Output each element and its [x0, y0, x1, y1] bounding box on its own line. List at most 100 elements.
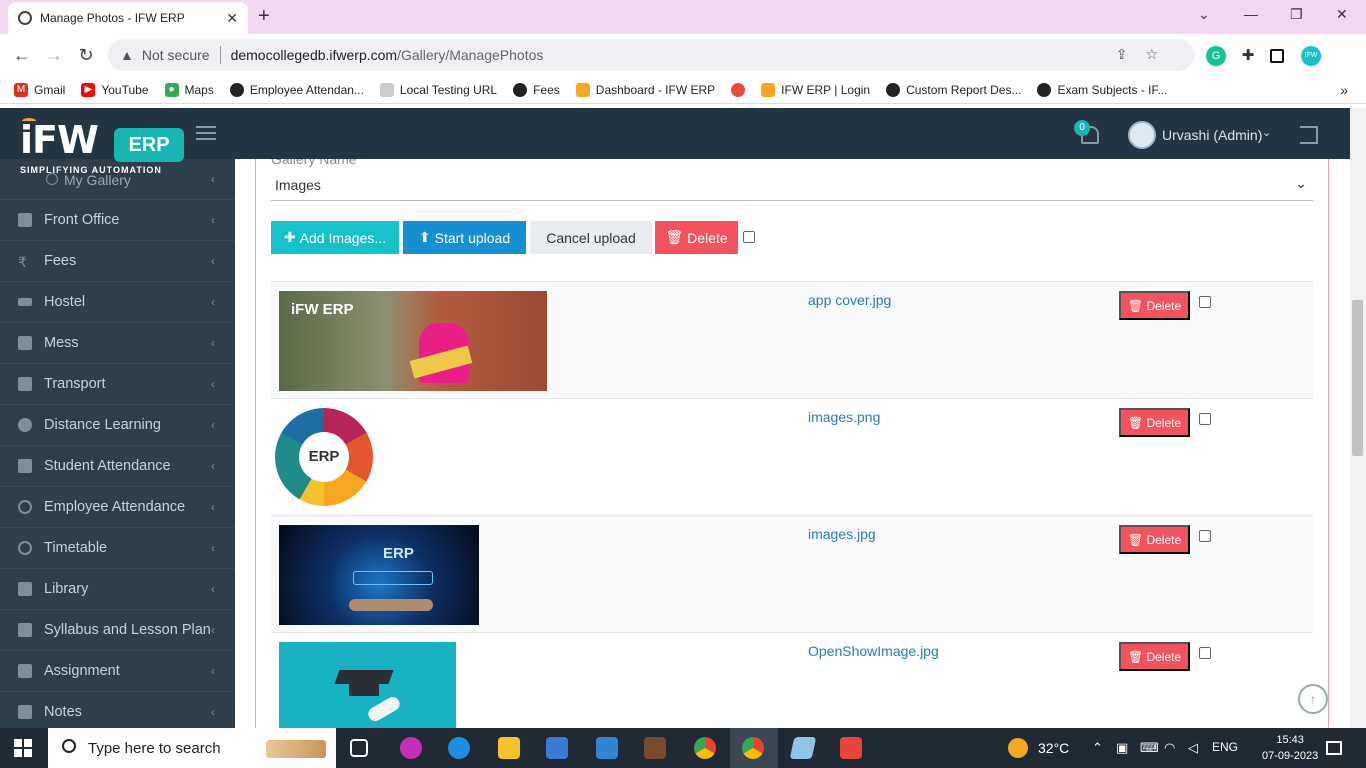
- bookmark-item[interactable]: IFW ERP | Login: [761, 82, 870, 97]
- bookmark-item[interactable]: Dashboard - IFW ERP: [575, 82, 715, 97]
- user-avatar[interactable]: [1128, 121, 1156, 149]
- thumbnail-images-jpg[interactable]: ERP: [279, 525, 479, 625]
- bookmark-item[interactable]: ▶ YouTube: [81, 82, 149, 97]
- delete-button[interactable]: 🗑 Delete: [1119, 525, 1190, 554]
- file-explorer-icon[interactable]: [498, 737, 520, 759]
- bookmark-item[interactable]: [731, 82, 746, 97]
- tab-search-chevron-icon[interactable]: ⌄: [1198, 6, 1210, 23]
- chrome-icon[interactable]: [694, 737, 716, 759]
- start-upload-button[interactable]: ⬆ Start upload: [403, 221, 526, 254]
- row-checkbox[interactable]: [1199, 530, 1211, 542]
- not-secure-label[interactable]: Not secure: [142, 47, 210, 63]
- task-view-icon[interactable]: [350, 739, 368, 757]
- notification-count-badge[interactable]: 0: [1074, 120, 1090, 136]
- sidebar-item-employee-attendance[interactable]: Employee Attendance ‹: [0, 487, 235, 528]
- bookmark-item[interactable]: Custom Report Des...: [886, 82, 1021, 97]
- microsoft-store-icon[interactable]: [546, 737, 568, 759]
- weather-temperature[interactable]: 32°C: [1038, 740, 1069, 756]
- sidebar-item-student-attendance[interactable]: Student Attendance ‹: [0, 446, 235, 487]
- back-arrow-icon[interactable]: ←: [6, 45, 38, 66]
- sidebar-item-library[interactable]: Library ‹: [0, 569, 235, 610]
- thumbnail-openshowimage[interactable]: [279, 642, 456, 728]
- address-bar-actions[interactable]: ⇪☆: [1116, 46, 1176, 63]
- sidebar-item-distance-learning[interactable]: Distance Learning ‹: [0, 405, 235, 446]
- sidebar-item-notes[interactable]: Notes ‹: [0, 692, 235, 728]
- reload-icon[interactable]: ↻: [70, 45, 102, 66]
- side-panel-icon[interactable]: [1270, 49, 1284, 63]
- row-checkbox[interactable]: [1199, 413, 1211, 425]
- browser-tab[interactable]: Manage Photos - IFW ERP ✕: [8, 2, 248, 34]
- maximize-icon[interactable]: ❐: [1290, 6, 1303, 23]
- notification-center-icon[interactable]: [1326, 741, 1342, 755]
- bookmark-item[interactable]: ● Maps: [164, 82, 214, 97]
- scroll-to-top-icon[interactable]: ↑: [1298, 684, 1328, 714]
- tab-close-icon[interactable]: ✕: [226, 10, 238, 27]
- sidebar-item-hostel[interactable]: Hostel ‹: [0, 282, 235, 323]
- anydesk-icon[interactable]: [840, 737, 862, 759]
- new-tab-icon[interactable]: +: [258, 5, 270, 28]
- cancel-upload-button[interactable]: Cancel upload: [530, 221, 652, 254]
- tray-network-icon[interactable]: ▣: [1116, 740, 1128, 756]
- wps-app-icon[interactable]: [400, 737, 422, 759]
- sidebar-item-fees[interactable]: ₹ Fees ‹: [0, 241, 235, 282]
- file-name-link[interactable]: OpenShowImage.jpg: [808, 643, 939, 659]
- delete-all-button[interactable]: 🗑 Delete: [655, 221, 738, 254]
- delete-button[interactable]: 🗑 Delete: [1119, 408, 1190, 437]
- url-path[interactable]: /Gallery/ManagePhotos: [397, 47, 543, 63]
- sidebar-item-syllabus[interactable]: Syllabus and Lesson Plan ‹: [0, 610, 235, 651]
- sidebar-item-mess[interactable]: Mess ‹: [0, 323, 235, 364]
- bookmark-item[interactable]: Fees: [513, 82, 560, 97]
- tray-wifi-icon[interactable]: ◠: [1164, 740, 1175, 756]
- grammarly-extension-icon[interactable]: G: [1206, 46, 1226, 66]
- app-logo[interactable]: iFW ERP SIMPLIFYING AUTOMATION: [20, 118, 184, 184]
- gallery-name-select[interactable]: Images ⌄: [271, 175, 1313, 201]
- notepad-icon[interactable]: [789, 737, 817, 759]
- extensions-puzzle-icon[interactable]: ✚: [1238, 46, 1258, 66]
- thumbnail-app-cover[interactable]: iFW ERP: [279, 291, 547, 391]
- mail-icon[interactable]: [596, 737, 618, 759]
- delete-button[interactable]: 🗑 Delete: [1119, 291, 1190, 320]
- sidebar-item-front-office[interactable]: Front Office ‹: [0, 200, 235, 241]
- minimize-icon[interactable]: —: [1244, 6, 1258, 22]
- forward-arrow-icon[interactable]: →: [38, 45, 70, 66]
- thumbnail-images-png[interactable]: ERP: [275, 408, 375, 508]
- select-all-checkbox[interactable]: [743, 231, 755, 243]
- warning-triangle-icon[interactable]: ▲: [120, 47, 134, 63]
- tray-volume-icon[interactable]: ◁: [1188, 740, 1198, 756]
- hamburger-menu-icon[interactable]: [196, 126, 216, 140]
- url-host[interactable]: democollegedb.ifwerp.com: [231, 47, 398, 63]
- page-scrollbar[interactable]: [1350, 108, 1366, 728]
- add-images-button[interactable]: ✚ Add Images...: [271, 221, 399, 254]
- window-close-icon[interactable]: ✕: [1336, 6, 1348, 23]
- taskbar-search-box[interactable]: Type here to search: [48, 728, 336, 768]
- chrome-active-icon[interactable]: [742, 737, 764, 759]
- file-name-link[interactable]: images.jpg: [808, 526, 876, 542]
- delete-button[interactable]: 🗑 Delete: [1119, 642, 1190, 671]
- game-app-icon[interactable]: [644, 737, 666, 759]
- language-indicator[interactable]: ENG: [1212, 740, 1238, 754]
- sidebar-item-assignment[interactable]: Assignment ‹: [0, 651, 235, 692]
- tray-input-icon[interactable]: ⌨: [1140, 740, 1159, 756]
- windows-start-icon[interactable]: [14, 739, 32, 757]
- edge-browser-icon[interactable]: [448, 737, 470, 759]
- address-bar[interactable]: ▲ Not secure democollegedb.ifwerp.com /G…: [108, 39, 1194, 71]
- more-bookmarks-icon[interactable]: »: [1340, 82, 1348, 98]
- sidebar-item-transport[interactable]: Transport ‹: [0, 364, 235, 405]
- user-menu-chevron-icon[interactable]: ⌄: [1262, 126, 1271, 139]
- bookmark-item[interactable]: Local Testing URL: [379, 82, 497, 97]
- taskbar-clock[interactable]: 15:43 07-09-2023: [1262, 732, 1318, 764]
- row-checkbox[interactable]: [1199, 647, 1211, 659]
- file-name-link[interactable]: app cover.jpg: [808, 292, 891, 308]
- file-name-link[interactable]: images.png: [808, 409, 880, 425]
- user-name[interactable]: Urvashi (Admin): [1162, 127, 1262, 143]
- scrollbar-thumb[interactable]: [1352, 300, 1363, 456]
- bookmark-item[interactable]: M Gmail: [14, 82, 65, 97]
- weather-icon[interactable]: [1008, 738, 1028, 758]
- tray-chevron-up-icon[interactable]: ⌃: [1092, 740, 1103, 756]
- profile-avatar-icon[interactable]: IFW: [1301, 46, 1321, 66]
- row-checkbox[interactable]: [1199, 296, 1211, 308]
- bookmark-item[interactable]: Exam Subjects - IF...: [1037, 82, 1168, 97]
- bookmark-item[interactable]: Employee Attendan...: [229, 82, 364, 97]
- sidebar-item-timetable[interactable]: Timetable ‹: [0, 528, 235, 569]
- logout-icon[interactable]: [1300, 126, 1318, 144]
